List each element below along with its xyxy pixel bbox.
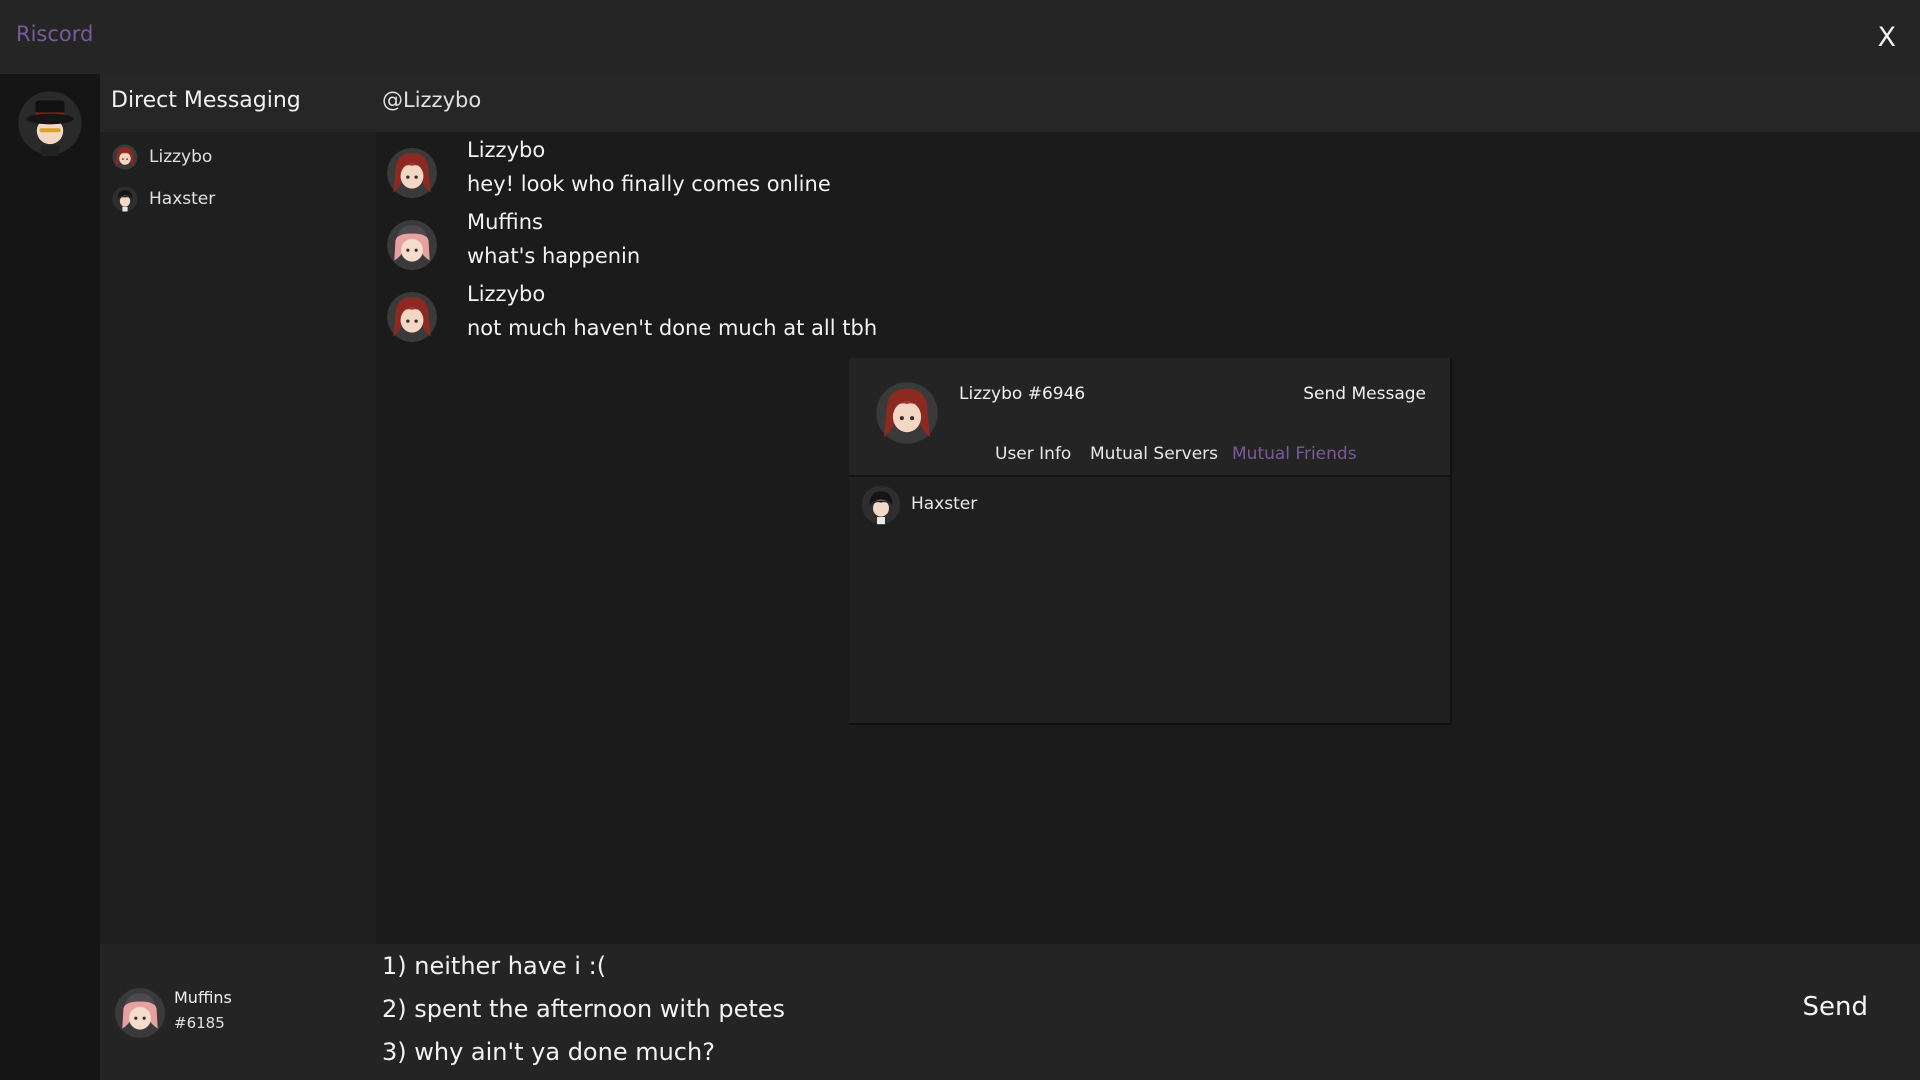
message-item: Lizzybo hey! look who finally comes onli… bbox=[386, 138, 1286, 202]
tab-mutual-friends[interactable]: Mutual Friends bbox=[1232, 444, 1357, 464]
dm-header: Direct Messaging bbox=[100, 74, 376, 132]
current-user-name: Muffins bbox=[174, 988, 232, 1007]
profile-header: Lizzybo #6946 Send Message User Info Mut… bbox=[849, 358, 1450, 477]
tab-mutual-servers[interactable]: Mutual Servers bbox=[1090, 444, 1218, 464]
footer-bar: Muffins #6185 1) neither have i :( 2) sp… bbox=[100, 944, 1920, 1080]
reply-option-1[interactable]: 1) neither have i :( bbox=[382, 952, 606, 980]
tab-user-info[interactable]: User Info bbox=[995, 444, 1071, 464]
current-user-tag: #6185 bbox=[174, 1014, 225, 1032]
sidebar-item-haxster[interactable]: Haxster bbox=[112, 186, 362, 216]
dm-sidebar: Direct Messaging Lizzybo Haxster bbox=[100, 74, 376, 944]
reply-option-3[interactable]: 3) why ain't ya done much? bbox=[382, 1038, 715, 1066]
profile-popup: Lizzybo #6946 Send Message User Info Mut… bbox=[849, 358, 1452, 725]
close-button[interactable]: X bbox=[1878, 22, 1897, 53]
message-author[interactable]: Lizzybo bbox=[467, 282, 545, 306]
message-author[interactable]: Muffins bbox=[467, 210, 543, 234]
mutual-friend-item[interactable]: Haxster bbox=[861, 484, 1161, 528]
sidebar-item-label: Lizzybo bbox=[149, 147, 213, 167]
message-item: Lizzybo not much haven't done much at al… bbox=[386, 282, 1286, 346]
title-bar: Riscord X bbox=[0, 0, 1920, 74]
muffins-avatar-icon[interactable] bbox=[386, 218, 438, 272]
lizzybo-avatar-icon[interactable] bbox=[386, 146, 438, 200]
user-avatar-icon[interactable] bbox=[17, 90, 83, 156]
lizzybo-avatar-icon[interactable] bbox=[386, 290, 438, 344]
muffins-avatar-icon bbox=[114, 986, 166, 1040]
app-title: Riscord bbox=[16, 22, 94, 46]
mutual-friend-label: Haxster bbox=[911, 494, 978, 514]
chat-header: @Lizzybo bbox=[376, 74, 1920, 132]
dm-title: Direct Messaging bbox=[111, 88, 301, 113]
haxster-avatar-icon bbox=[112, 186, 138, 212]
server-column bbox=[0, 74, 100, 1080]
haxster-avatar-icon bbox=[861, 484, 901, 526]
lizzybo-avatar-icon bbox=[112, 144, 138, 170]
profile-name: Lizzybo #6946 bbox=[959, 384, 1086, 404]
chat-title: @Lizzybo bbox=[382, 88, 482, 112]
lizzybo-avatar-icon bbox=[875, 380, 939, 446]
sidebar-item-lizzybo[interactable]: Lizzybo bbox=[112, 144, 362, 174]
message-text: what's happenin bbox=[467, 244, 641, 268]
send-message-button[interactable]: Send Message bbox=[1303, 384, 1426, 404]
message-text: not much haven't done much at all tbh bbox=[467, 316, 878, 340]
message-item: Muffins what's happenin bbox=[386, 210, 1286, 274]
send-button[interactable]: Send bbox=[1803, 992, 1868, 1022]
sidebar-item-label: Haxster bbox=[149, 189, 216, 209]
message-text: hey! look who finally comes online bbox=[467, 172, 831, 196]
message-author[interactable]: Lizzybo bbox=[467, 138, 545, 162]
reply-option-2[interactable]: 2) spent the afternoon with petes bbox=[382, 995, 785, 1023]
